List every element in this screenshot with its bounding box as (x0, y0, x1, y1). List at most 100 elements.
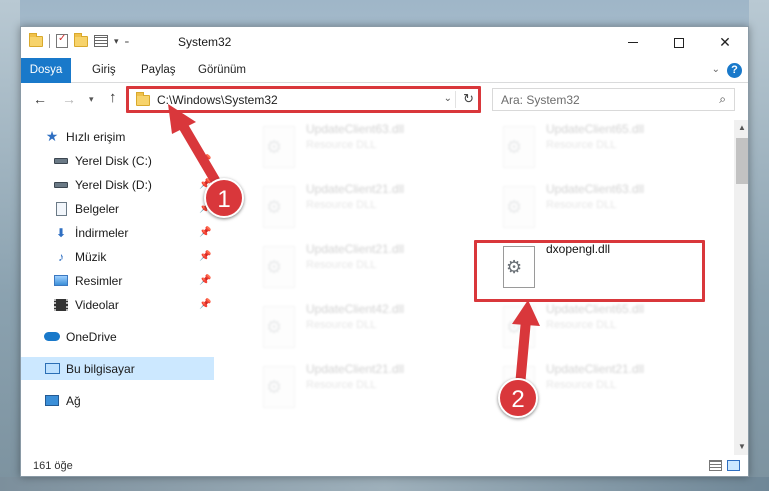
help-icon[interactable]: ? (727, 63, 742, 78)
vertical-scrollbar[interactable]: ▲ ▼ (734, 120, 748, 455)
drive-icon (53, 153, 69, 169)
search-box[interactable]: Ara: System32 ⌕ (492, 88, 735, 111)
window-title: System32 (178, 35, 232, 49)
file-name: UpdateClient42.dll (306, 302, 405, 316)
download-icon: ⬇ (55, 225, 67, 240)
network-icon (44, 393, 60, 409)
file-item[interactable]: UpdateClient63.dll Resource DLL (494, 180, 709, 240)
nav-item-label: Hızlı erişim (66, 129, 126, 144)
pin-icon[interactable]: 📌 (199, 299, 211, 310)
recent-locations-icon[interactable]: ▾ (89, 94, 94, 105)
file-item[interactable]: UpdateClient42.dll Resource DLL (254, 300, 469, 360)
star-icon: ★ (45, 128, 59, 144)
title-bar: ▾ ₌ System32 ✕ (21, 27, 748, 58)
file-item[interactable]: UpdateClient63.dll Resource DLL (254, 120, 469, 180)
file-type: Resource DLL (546, 139, 617, 151)
dll-file-icon (263, 246, 295, 288)
search-icon[interactable]: ⌕ (719, 92, 726, 107)
search-input[interactable]: Ara: System32 (501, 93, 580, 107)
maximize-icon (674, 37, 684, 48)
file-item[interactable]: UpdateClient21.dll Resource DLL (254, 240, 469, 300)
pin-icon[interactable]: 📌 (199, 275, 211, 286)
back-arrow-icon[interactable]: ← (33, 91, 47, 107)
desktop-background-left (0, 0, 20, 491)
close-icon: ✕ (719, 34, 731, 50)
file-type: Resource DLL (546, 379, 617, 391)
step-badge-1: 1 (204, 178, 244, 218)
file-name: UpdateClient63.dll (546, 182, 645, 196)
scrollbar-thumb[interactable] (736, 138, 748, 184)
view-options-icon[interactable] (94, 35, 108, 47)
nav-item-videos[interactable]: Videolar 📌 (21, 293, 214, 316)
nav-item-downloads[interactable]: ⬇ İndirmeler 📌 (21, 221, 214, 244)
nav-item-label: İndirmeler (75, 225, 129, 240)
file-highlight (474, 240, 705, 302)
forward-arrow-icon[interactable]: → (62, 91, 76, 107)
status-bar: 161 öğe (21, 455, 748, 476)
tab-share[interactable]: Paylaş (141, 58, 176, 83)
nav-item-label: Resimler (75, 273, 123, 288)
cloud-icon (44, 329, 60, 345)
pin-icon[interactable]: 📌 (199, 227, 211, 238)
file-type: Resource DLL (546, 319, 617, 331)
desktop-background-right (749, 0, 769, 491)
tab-file[interactable]: Dosya (21, 58, 71, 83)
document-icon (53, 201, 69, 217)
file-item[interactable]: UpdateClient21.dll Resource DLL (254, 360, 469, 420)
dll-file-icon (263, 306, 295, 348)
step-badge-2: 2 (498, 378, 538, 418)
nav-item-label: Müzik (75, 249, 107, 264)
dll-file-icon (503, 126, 535, 168)
file-item[interactable]: UpdateClient21.dll Resource DLL (254, 180, 469, 240)
file-type: Resource DLL (306, 319, 377, 331)
video-icon (53, 297, 69, 313)
nav-item-music[interactable]: ♪ Müzik 📌 (21, 245, 214, 268)
properties-icon[interactable] (56, 33, 68, 48)
nav-item-label: Belgeler (75, 201, 120, 216)
nav-item-onedrive[interactable]: OneDrive (21, 325, 214, 348)
file-name: UpdateClient21.dll (546, 362, 645, 376)
drive-icon (53, 177, 69, 193)
nav-item-local-disk-d[interactable]: Yerel Disk (D:) 📌 (21, 173, 214, 196)
expand-ribbon-icon[interactable]: ⌄ (712, 64, 720, 75)
nav-item-pictures[interactable]: Resimler 📌 (21, 269, 214, 292)
file-item[interactable]: UpdateClient65.dll Resource DLL (494, 300, 709, 360)
maximize-button[interactable] (656, 27, 702, 58)
desktop-background-bottom (0, 477, 769, 491)
scroll-down-icon[interactable]: ▼ (734, 439, 748, 455)
folder-icon[interactable] (29, 32, 43, 47)
nav-item-label: Yerel Disk (D:) (75, 177, 152, 192)
dll-file-icon (263, 186, 295, 228)
ribbon-tabs: Dosya Giriş Paylaş Görünüm ⌄ ? (21, 58, 748, 83)
tab-home[interactable]: Giriş (92, 58, 116, 83)
file-name: UpdateClient21.dll (306, 362, 405, 376)
file-item[interactable]: UpdateClient65.dll Resource DLL (494, 120, 709, 180)
file-type: Resource DLL (306, 139, 377, 151)
dll-file-icon (503, 186, 535, 228)
pin-icon[interactable]: 📌 (199, 155, 211, 166)
dll-file-icon (263, 126, 295, 168)
file-type: Resource DLL (306, 199, 377, 211)
file-type: Resource DLL (306, 379, 377, 391)
nav-item-local-disk-c[interactable]: Yerel Disk (C:) 📌 (21, 149, 214, 172)
file-name: UpdateClient21.dll (306, 182, 405, 196)
nav-item-quick-access[interactable]: ★ Hızlı erişim (21, 125, 214, 148)
new-folder-icon[interactable] (74, 32, 88, 47)
minimize-button[interactable] (610, 27, 656, 58)
customize-toolbar-icon[interactable]: ₌ (125, 36, 130, 47)
details-view-icon[interactable] (709, 460, 722, 471)
tab-view[interactable]: Görünüm (198, 58, 246, 83)
scroll-up-icon[interactable]: ▲ (734, 120, 748, 136)
nav-item-label: Videolar (75, 297, 119, 312)
large-icons-view-icon[interactable] (727, 460, 740, 471)
nav-item-this-pc[interactable]: Bu bilgisayar (21, 357, 214, 380)
up-arrow-icon[interactable]: ↑ (109, 89, 117, 106)
item-count: 161 öğe (33, 460, 73, 472)
close-button[interactable]: ✕ (702, 27, 748, 58)
nav-item-documents[interactable]: Belgeler 📌 (21, 197, 214, 220)
toolbar-divider (49, 34, 50, 48)
pin-icon[interactable]: 📌 (199, 251, 211, 262)
chevron-down-icon[interactable]: ▾ (114, 36, 119, 47)
minimize-icon (628, 42, 638, 43)
nav-item-network[interactable]: Ağ (21, 389, 214, 412)
